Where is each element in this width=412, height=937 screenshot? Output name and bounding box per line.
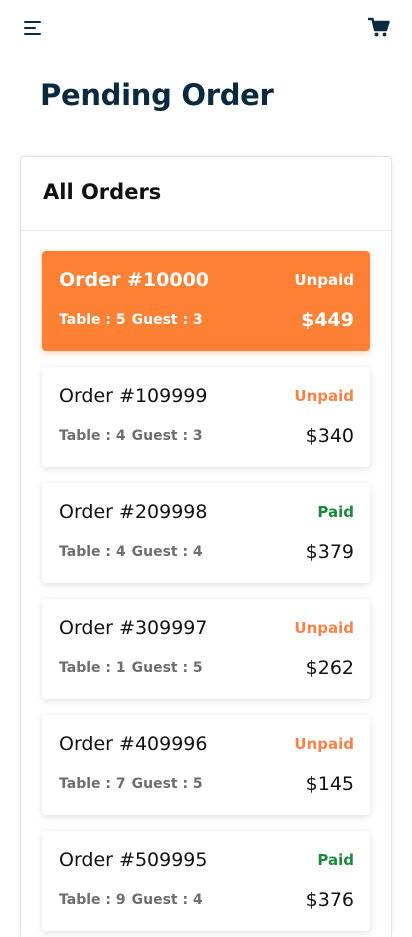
table-number: Table : 5 (59, 312, 126, 328)
orders-panel: All Orders Order #10000 Unpaid Table : 5 Gu… (20, 156, 392, 937)
panel-title: All Orders (43, 180, 162, 204)
order-total: $340 (305, 425, 354, 447)
order-id: Order #409996 (59, 733, 208, 755)
menu-line (24, 21, 41, 23)
order-id: Order #309997 (59, 617, 208, 639)
menu-line (24, 27, 36, 29)
order-card[interactable]: Order #109999 Unpaid Table : 4 Guest : 3 $34… (42, 367, 370, 467)
order-total: $379 (305, 541, 354, 563)
table-number: Table : 4 (59, 544, 126, 560)
table-number: Table : 1 (59, 660, 126, 676)
order-meta: Table : 4 Guest : 3 (59, 428, 203, 444)
payment-status-badge: Unpaid (294, 387, 354, 405)
order-meta: Table : 7 Guest : 5 (59, 776, 203, 792)
guest-count: Guest : 4 (131, 544, 203, 560)
hamburger-menu-icon[interactable] (22, 18, 44, 38)
order-total: $376 (305, 889, 354, 911)
payment-status-badge: Paid (317, 851, 354, 869)
order-card[interactable]: Order #409996 Unpaid Table : 7 Guest : 5 $14… (42, 715, 370, 815)
order-id: Order #109999 (59, 385, 208, 407)
order-id: Order #509995 (59, 849, 208, 871)
order-id: Order #209998 (59, 501, 208, 523)
order-id: Order #10000 (59, 269, 210, 291)
order-meta: Table : 9 Guest : 4 (59, 892, 203, 908)
guest-count: Guest : 5 (131, 776, 203, 792)
guest-count: Guest : 3 (131, 428, 203, 444)
order-card[interactable]: Order #10000 Unpaid Table : 5 Guest : 3 $449 (42, 251, 370, 351)
order-total: $262 (305, 657, 354, 679)
page-title: Pending Order (40, 78, 274, 112)
top-bar (0, 0, 412, 56)
table-number: Table : 9 (59, 892, 126, 908)
order-card[interactable]: Order #509995 Paid Table : 9 Guest : 4 $376 (42, 831, 370, 931)
payment-status-badge: Paid (317, 503, 354, 521)
table-number: Table : 4 (59, 428, 126, 444)
cart-svg (367, 17, 390, 37)
shopping-cart-icon[interactable] (367, 16, 390, 38)
guest-count: Guest : 5 (131, 660, 203, 676)
payment-status-badge: Unpaid (294, 735, 354, 753)
table-number: Table : 7 (59, 776, 126, 792)
order-meta: Table : 4 Guest : 4 (59, 544, 203, 560)
menu-line (24, 33, 41, 35)
payment-status-badge: Unpaid (294, 619, 354, 637)
order-card[interactable]: Order #309997 Unpaid Table : 1 Guest : 5 $26… (42, 599, 370, 699)
payment-status-badge: Unpaid (294, 271, 354, 289)
order-card[interactable]: Order #209998 Paid Table : 4 Guest : 4 $379 (42, 483, 370, 583)
order-meta: Table : 5 Guest : 3 (59, 312, 203, 328)
order-total: $145 (305, 773, 354, 795)
guest-count: Guest : 4 (131, 892, 203, 908)
panel-header: All Orders (21, 157, 391, 231)
guest-count: Guest : 3 (131, 312, 203, 328)
order-meta: Table : 1 Guest : 5 (59, 660, 203, 676)
order-total: $449 (301, 309, 354, 331)
